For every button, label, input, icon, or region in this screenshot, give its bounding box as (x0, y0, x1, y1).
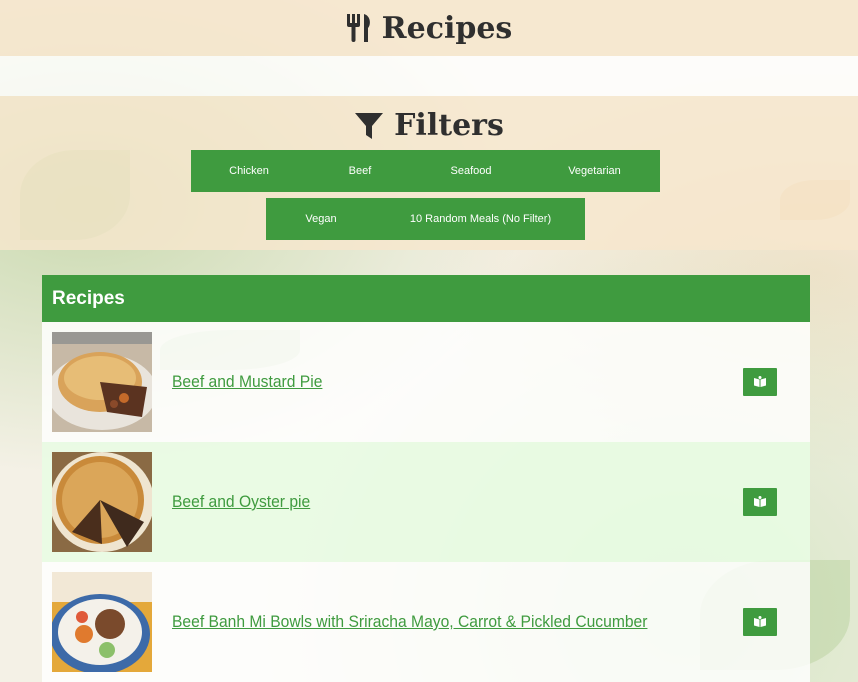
recipe-row: Beef and Mustard Pie (42, 322, 810, 442)
sliced-pie-photo (52, 452, 152, 552)
recipe-link[interactable]: Beef and Mustard Pie (172, 372, 322, 392)
recipe-link[interactable]: Beef Banh Mi Bowls with Sriracha Mayo, C… (172, 612, 647, 632)
page-title: Recipes (346, 10, 513, 46)
recipe-row: Beef Banh Mi Bowls with Sriracha Mayo, C… (42, 562, 810, 682)
recipes-panel: Recipes Beef and Mustard Pie Beef and Oy… (42, 275, 810, 682)
view-recipe-button[interactable] (743, 368, 777, 396)
spacer-band (0, 56, 858, 96)
filter-chicken-button[interactable]: Chicken (191, 150, 307, 192)
banh-mi-bowl-photo (52, 572, 152, 672)
filter-beef-button[interactable]: Beef (307, 150, 413, 192)
recipe-thumbnail[interactable] (52, 572, 152, 672)
book-open-icon (754, 616, 766, 627)
recipe-thumbnail[interactable] (52, 332, 152, 432)
filter-vegan-button[interactable]: Vegan (266, 198, 376, 240)
filters-title: Filters (354, 108, 504, 143)
pie-with-gravy-photo (52, 332, 152, 432)
filter-icon (355, 112, 384, 139)
utensils-icon (346, 14, 370, 42)
recipe-thumbnail[interactable] (52, 452, 152, 552)
random-meals-button[interactable]: 10 Random Meals (No Filter) (376, 198, 585, 240)
view-recipe-button[interactable] (743, 608, 777, 636)
page-title-text: Recipes (381, 10, 513, 46)
recipes-panel-header: Recipes (42, 275, 810, 322)
filter-vegetarian-button[interactable]: Vegetarian (529, 150, 660, 192)
book-open-icon (754, 496, 766, 507)
recipe-row: Beef and Oyster pie (42, 442, 810, 562)
recipe-link[interactable]: Beef and Oyster pie (172, 492, 310, 512)
filter-seafood-button[interactable]: Seafood (413, 150, 529, 192)
filters-section: Filters Chicken Beef Seafood Vegetarian … (0, 96, 858, 250)
site-header: Recipes (0, 0, 858, 56)
book-open-icon (754, 376, 766, 387)
view-recipe-button[interactable] (743, 488, 777, 516)
filter-button-group-secondary: Vegan 10 Random Meals (No Filter) (266, 198, 585, 240)
filters-title-text: Filters (394, 108, 504, 143)
filter-button-group-primary: Chicken Beef Seafood Vegetarian (191, 150, 660, 192)
